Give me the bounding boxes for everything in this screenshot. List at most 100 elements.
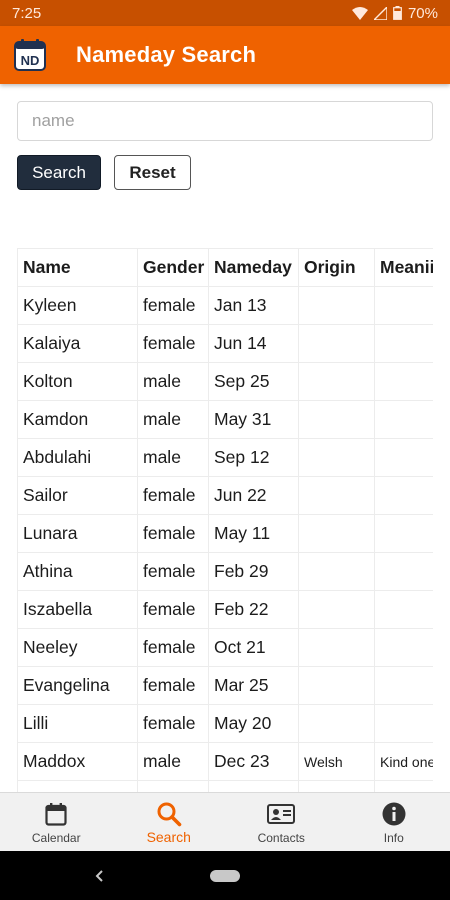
search-icon [156,801,182,827]
cell-meaning [374,590,433,629]
cell-gender: male [137,438,209,477]
cell-nameday [208,780,299,792]
cell-name: Iszabella [17,590,138,629]
cell-meaning: Kind one [374,742,433,781]
cell-meaning [374,476,433,515]
system-navigation-bar [0,851,450,900]
table-row[interactable] [17,780,433,792]
nav-info-label: Info [383,831,404,845]
cell-nameday: Jan 13 [208,286,299,325]
nav-calendar-label: Calendar [31,831,81,845]
table-row[interactable]: Neeley female Oct 21 [17,628,433,667]
cell-nameday: Jun 22 [208,476,299,515]
cell-origin [298,590,375,629]
bottom-navigation: Calendar Search Contacts Info [0,792,450,851]
table-header-row: Name Gender Nameday Origin Meanii [17,248,433,287]
cell-nameday: May 20 [208,704,299,743]
cell-origin: Welsh [298,742,375,781]
table-row[interactable]: Lilli female May 20 [17,704,433,743]
table-row[interactable]: Kyleen female Jan 13 [17,286,433,325]
nav-contacts[interactable]: Contacts [225,793,338,851]
cell-meaning [374,704,433,743]
cell-gender: female [137,324,209,363]
cell-meaning [374,400,433,439]
cell-gender: female [137,704,209,743]
table-row[interactable]: Kalaiya female Jun 14 [17,324,433,363]
cell-name: Kamdon [17,400,138,439]
table-row[interactable]: Kolton male Sep 25 [17,362,433,401]
cell-name: Kalaiya [17,324,138,363]
cell-meaning [374,438,433,477]
calendar-icon [45,801,67,827]
reset-button[interactable]: Reset [114,155,191,190]
status-icons: 70% [351,4,438,22]
cell-nameday: Mar 25 [208,666,299,705]
cell-name: Maddox [17,742,138,781]
cell-nameday: Feb 29 [208,552,299,591]
table-row[interactable]: Kamdon male May 31 [17,400,433,439]
results-table-container[interactable]: Name Gender Nameday Origin Meanii Kyleen… [17,248,433,792]
cell-origin [298,438,375,477]
cell-meaning [374,552,433,591]
cell-nameday: May 11 [208,514,299,553]
cell-origin [298,552,375,591]
header-name: Name [17,248,138,287]
home-pill[interactable] [210,870,240,882]
header-gender: Gender [137,248,209,287]
search-button[interactable]: Search [17,155,101,190]
cell-name: Abdulahi [17,438,138,477]
table-row[interactable]: Sailor female Jun 22 [17,476,433,515]
battery-icon [393,6,402,20]
page-title: Nameday Search [76,42,257,67]
cell-name: Lunara [17,514,138,553]
info-icon [382,801,406,827]
cell-nameday: Sep 25 [208,362,299,401]
cell-signal-icon [373,6,387,20]
cell-gender: male [137,742,209,781]
cell-gender: female [137,476,209,515]
app-bar: ND Nameday Search [0,26,450,84]
cell-gender: female [137,628,209,667]
cell-gender: female [137,286,209,325]
cell-name: Evangelina [17,666,138,705]
cell-meaning [374,780,433,792]
cell-origin [298,780,375,792]
table-row[interactable]: Iszabella female Feb 22 [17,590,433,629]
contact-card-icon [267,801,296,827]
cell-gender: male [137,400,209,439]
header-nameday: Nameday [208,248,299,287]
cell-origin [298,704,375,743]
app-logo-icon: ND [13,38,47,72]
cell-origin [298,666,375,705]
cell-nameday: Feb 22 [208,590,299,629]
battery-level: 70% [407,4,438,22]
cell-origin [298,628,375,667]
table-row[interactable]: Evangelina female Mar 25 [17,666,433,705]
results-table: Name Gender Nameday Origin Meanii Kyleen… [17,248,433,792]
table-row[interactable]: Abdulahi male Sep 12 [17,438,433,477]
status-time: 7:25 [12,4,42,22]
cell-origin [298,324,375,363]
nav-search[interactable]: Search [113,793,226,851]
nav-info[interactable]: Info [338,793,450,851]
wifi-icon [351,6,368,20]
cell-origin [298,514,375,553]
name-search-input[interactable] [17,101,433,141]
cell-origin [298,400,375,439]
table-row[interactable]: Lunara female May 11 [17,514,433,553]
nav-calendar[interactable]: Calendar [0,793,113,851]
cell-meaning [374,362,433,401]
cell-nameday: Jun 14 [208,324,299,363]
cell-gender: female [137,552,209,591]
cell-meaning [374,514,433,553]
cell-nameday: Oct 21 [208,628,299,667]
cell-name: Neeley [17,628,138,667]
cell-meaning [374,286,433,325]
cell-nameday: Dec 23 [208,742,299,781]
back-icon[interactable] [90,866,110,886]
cell-origin [298,476,375,515]
table-row[interactable]: Athina female Feb 29 [17,552,433,591]
table-row[interactable]: Maddox male Dec 23 Welsh Kind one [17,742,433,781]
cell-origin [298,362,375,401]
cell-gender: male [137,362,209,401]
